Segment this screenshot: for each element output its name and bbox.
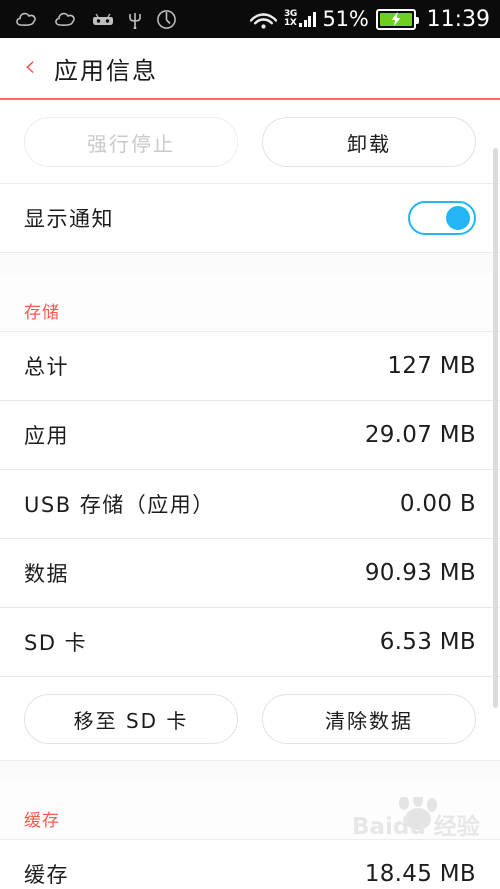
vertical-scrollbar[interactable] bbox=[493, 148, 498, 708]
storage-row-total[interactable]: 总计 127 MB bbox=[0, 332, 500, 400]
status-bar-right-icons: 3G 1X 51% 11:39 bbox=[249, 6, 490, 32]
row-value: 127 MB bbox=[387, 353, 476, 379]
storage-section-header: 存储 bbox=[0, 273, 500, 331]
clear-data-button[interactable]: 清除数据 bbox=[262, 694, 476, 744]
cloud-icon bbox=[16, 12, 36, 26]
row-label: 缓存 bbox=[24, 863, 69, 887]
storage-row-sdcard[interactable]: SD 卡 6.53 MB bbox=[0, 608, 500, 676]
row-value: 18.45 MB bbox=[364, 861, 476, 887]
move-to-sd-button[interactable]: 移至 SD 卡 bbox=[24, 694, 238, 744]
clock-label: 11:39 bbox=[426, 6, 490, 32]
cache-section-title: 缓存 bbox=[24, 811, 60, 831]
row-label: 总计 bbox=[24, 355, 69, 379]
signal-strength-indicator: 3G 1X bbox=[284, 10, 316, 28]
row-label: 数据 bbox=[24, 562, 69, 586]
row-label: 应用 bbox=[24, 424, 69, 448]
network-type-1x: 1X bbox=[283, 18, 297, 28]
settings-scroll-area[interactable]: 强行停止 卸载 显示通知 存储 总计 127 MB 应用 29.07 MB US… bbox=[0, 100, 500, 889]
uninstall-button[interactable]: 卸载 bbox=[262, 117, 476, 167]
cache-row[interactable]: 缓存 18.45 MB bbox=[0, 840, 500, 889]
storage-row-usb[interactable]: USB 存储（应用） 0.00 B bbox=[0, 470, 500, 538]
row-label: USB 存储（应用） bbox=[24, 493, 215, 517]
clock-alarm-icon bbox=[157, 9, 176, 29]
status-bar: 3G 1X 51% 11:39 bbox=[0, 0, 500, 38]
cache-section-header: 缓存 bbox=[0, 781, 500, 839]
show-notification-toggle[interactable] bbox=[408, 201, 476, 235]
status-bar-left-icons bbox=[14, 9, 177, 30]
cloud-icon bbox=[55, 12, 75, 26]
page-title: 应用信息 bbox=[54, 56, 158, 85]
usb-icon bbox=[129, 12, 141, 29]
wifi-icon bbox=[249, 12, 277, 29]
show-notification-row[interactable]: 显示通知 bbox=[0, 184, 500, 252]
top-action-buttons: 强行停止 卸载 bbox=[0, 100, 500, 183]
row-value: 90.93 MB bbox=[364, 560, 476, 586]
section-spacer bbox=[0, 253, 500, 273]
storage-row-data[interactable]: 数据 90.93 MB bbox=[0, 539, 500, 607]
show-notification-label: 显示通知 bbox=[24, 207, 114, 231]
android-robot-icon bbox=[93, 13, 113, 25]
title-bar: ‹ 应用信息 bbox=[0, 38, 500, 98]
row-value: 6.53 MB bbox=[379, 629, 476, 655]
battery-percent-label: 51% bbox=[322, 7, 369, 31]
battery-charging-icon bbox=[375, 8, 419, 30]
row-value: 0.00 B bbox=[399, 491, 476, 517]
back-arrow-icon[interactable]: ‹ bbox=[24, 52, 36, 82]
row-label: SD 卡 bbox=[24, 631, 88, 655]
lightning-bolt-icon bbox=[391, 12, 401, 26]
phone-screen: 3G 1X 51% 11:39 ‹ 应用信息 强行停止 卸载 显示通知 存储 总… bbox=[0, 0, 500, 889]
storage-action-buttons: 移至 SD 卡 清除数据 bbox=[0, 677, 500, 760]
storage-row-app[interactable]: 应用 29.07 MB bbox=[0, 401, 500, 469]
force-stop-button[interactable]: 强行停止 bbox=[24, 117, 238, 167]
storage-section-title: 存储 bbox=[24, 303, 60, 323]
network-type-labels: 3G 1X bbox=[284, 10, 297, 28]
signal-bars-top bbox=[299, 11, 316, 27]
row-value: 29.07 MB bbox=[364, 422, 476, 448]
toggle-knob bbox=[446, 206, 470, 230]
section-spacer bbox=[0, 761, 500, 781]
